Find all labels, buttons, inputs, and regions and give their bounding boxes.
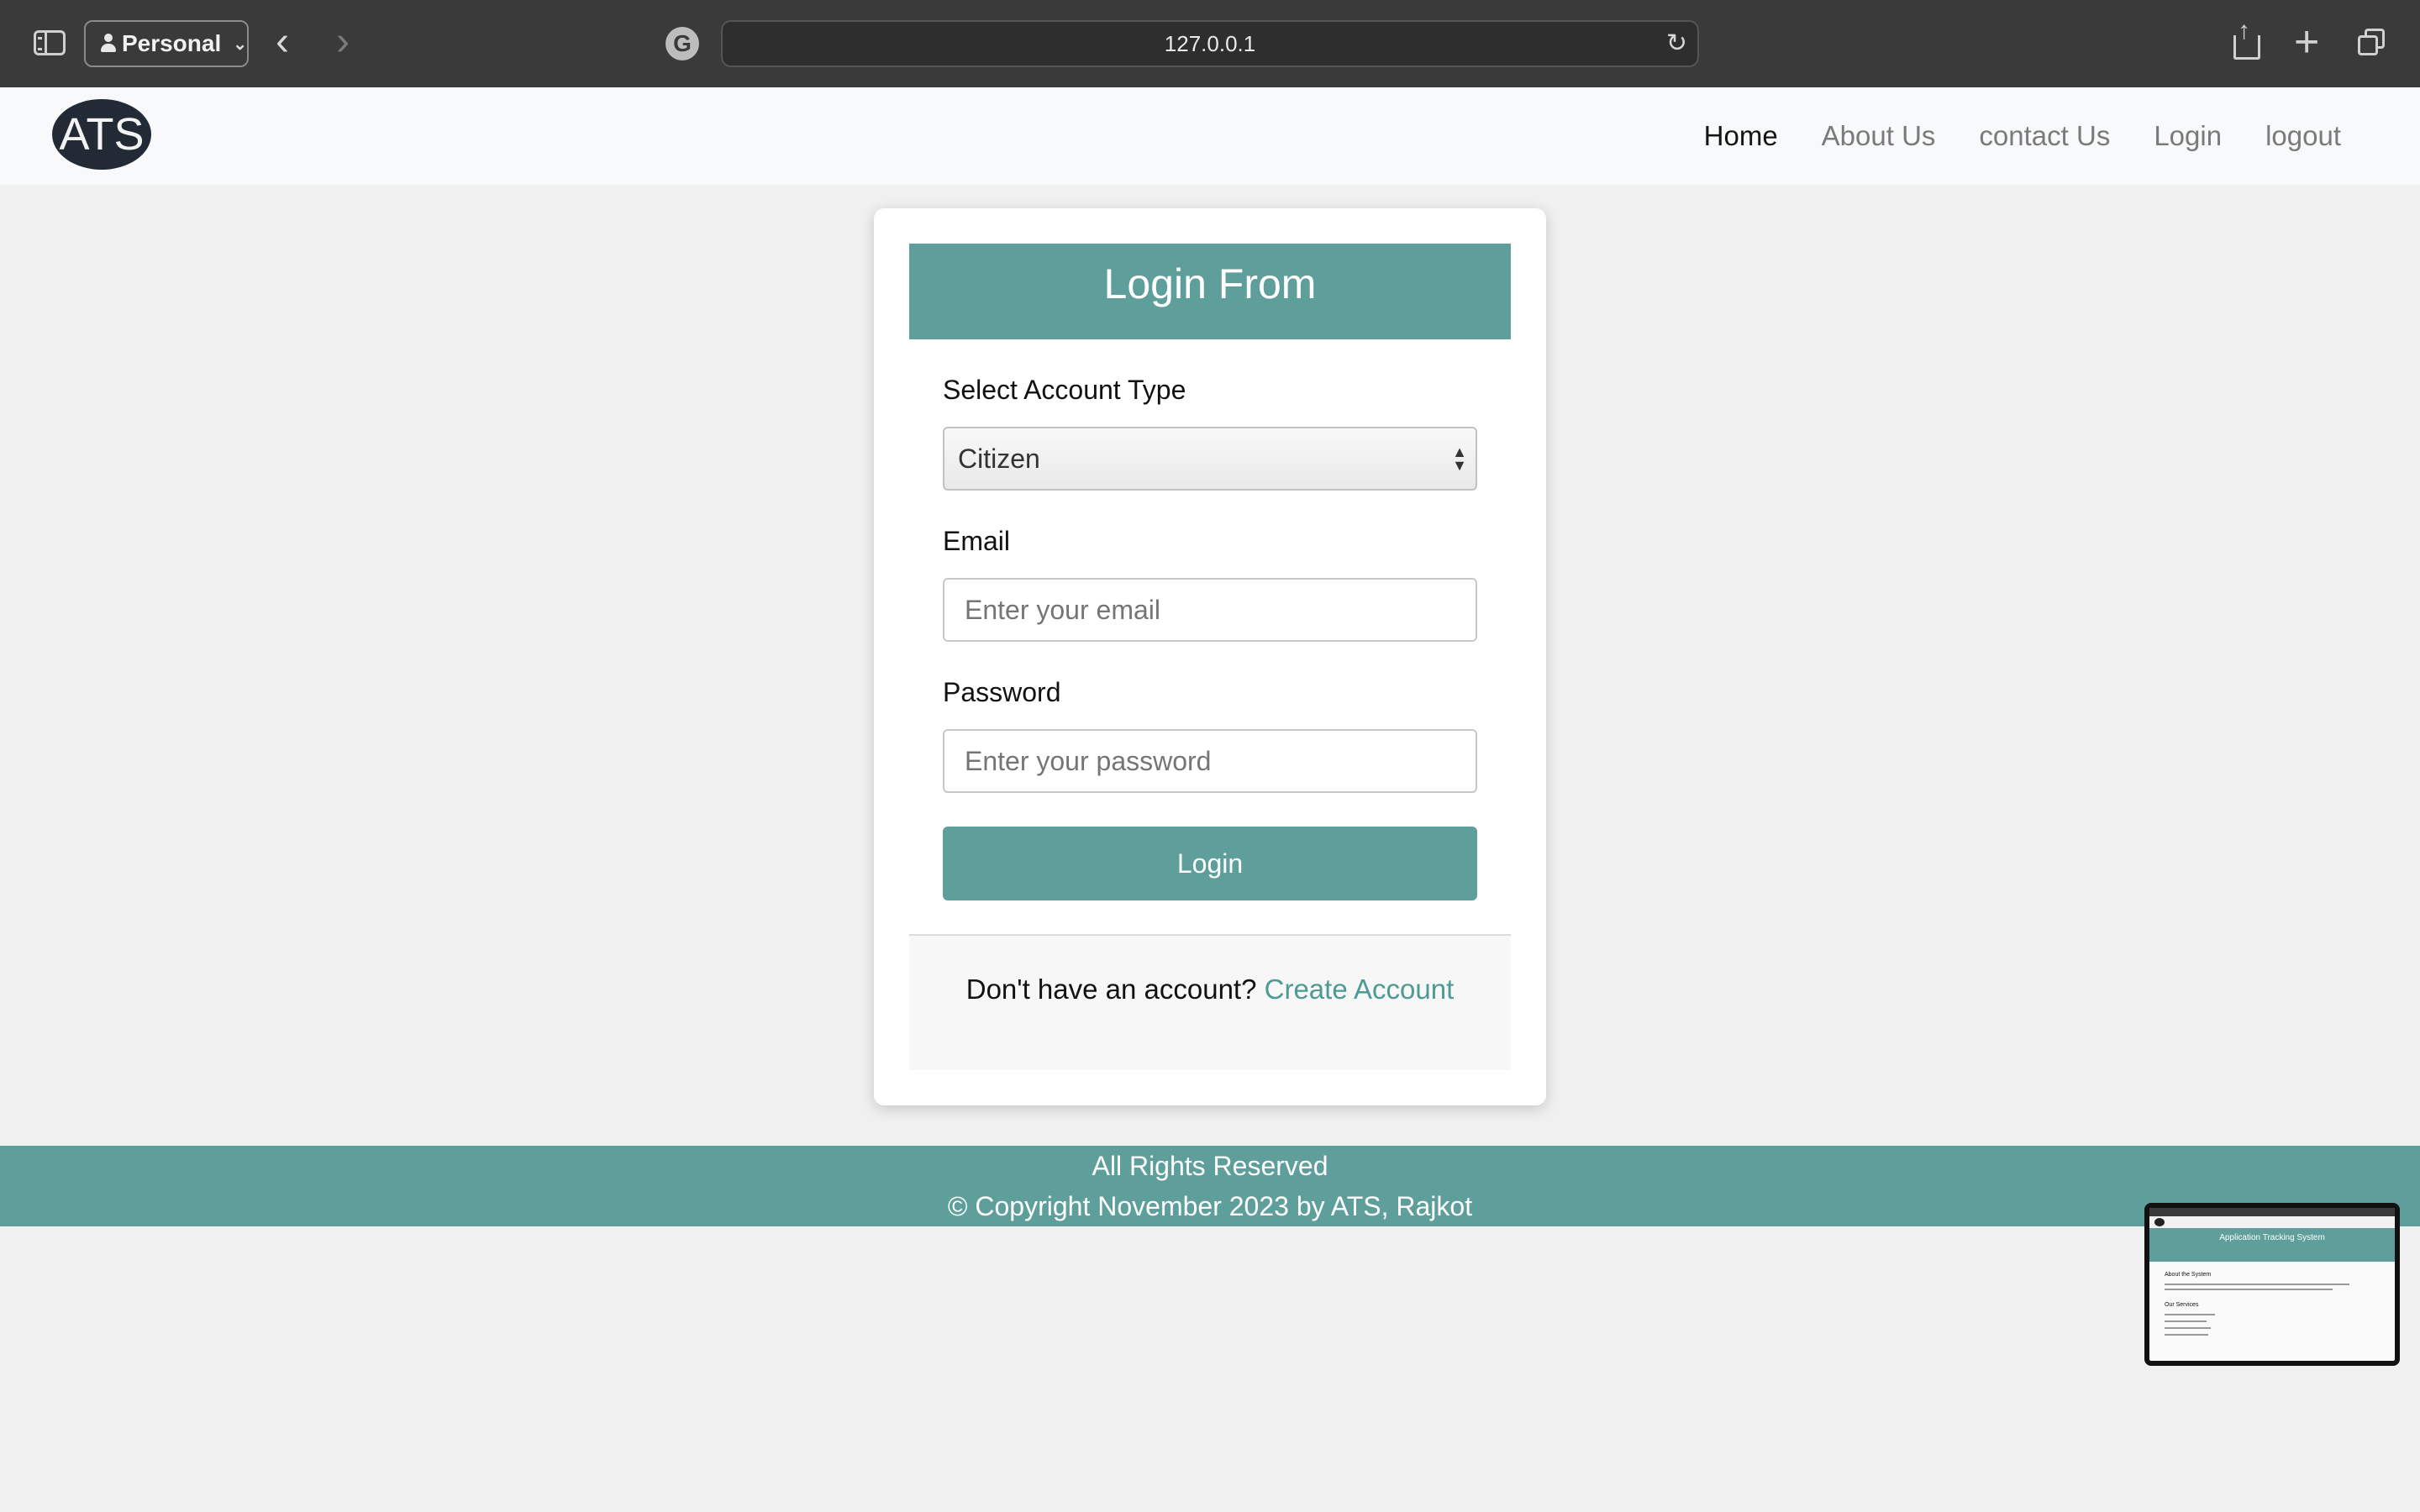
account-type-select[interactable]: Citizen ▲ ▼ bbox=[943, 427, 1477, 491]
thumb-text-line bbox=[2165, 1320, 2207, 1322]
nav-link-about-us[interactable]: About Us bbox=[1822, 120, 1936, 152]
browser-toolbar: Personal ⌄ ‹ › G 127.0.0.1 ↻ + bbox=[0, 0, 2420, 87]
chevron-down-icon: ⌄ bbox=[233, 34, 247, 54]
site-navbar: ATS Home About Us contact Us Login logou… bbox=[0, 87, 2420, 185]
thumb-about-heading: About the System bbox=[2165, 1272, 2212, 1278]
new-tab-icon[interactable]: + bbox=[2294, 17, 2319, 67]
thumb-services-heading: Our Services bbox=[2165, 1302, 2199, 1308]
footer-copyright: © Copyright November 2023 by ATS, Rajkot bbox=[947, 1191, 1473, 1221]
thumb-text-line bbox=[2165, 1284, 2349, 1285]
nav-link-contact-us[interactable]: contact Us bbox=[1979, 120, 2110, 152]
profile-label: Personal bbox=[121, 30, 222, 56]
back-icon[interactable]: ‹ bbox=[276, 18, 289, 66]
forward-icon[interactable]: › bbox=[336, 18, 350, 66]
login-button[interactable]: Login bbox=[943, 827, 1477, 900]
sidebar-toggle-icon[interactable] bbox=[34, 30, 66, 55]
site-footer: All Rights Reserved © Copyright November… bbox=[0, 1146, 2420, 1226]
select-arrows-icon: ▲ ▼ bbox=[1452, 444, 1467, 474]
thumb-chrome bbox=[2149, 1208, 2395, 1216]
person-icon bbox=[99, 33, 116, 55]
login-form-title: Login From bbox=[909, 244, 1511, 339]
nav-link-home[interactable]: Home bbox=[1704, 120, 1778, 152]
profile-button[interactable]: Personal ⌄ bbox=[84, 20, 249, 67]
thumb-text-line bbox=[2165, 1289, 2333, 1290]
login-card: Login From Select Account Type Citizen ▲… bbox=[874, 208, 1546, 1105]
page-preview-thumbnail[interactable]: Application Tracking System About the Sy… bbox=[2144, 1203, 2400, 1366]
tab-overview-icon[interactable] bbox=[2358, 29, 2385, 55]
reload-icon[interactable]: ↻ bbox=[1666, 22, 1687, 66]
account-type-value: Citizen bbox=[958, 444, 1040, 474]
nav-link-logout[interactable]: logout bbox=[2265, 120, 2341, 152]
password-field[interactable] bbox=[943, 729, 1477, 793]
password-label: Password bbox=[943, 677, 1061, 707]
nav-link-login[interactable]: Login bbox=[2154, 120, 2222, 152]
account-type-label: Select Account Type bbox=[943, 375, 1186, 405]
url-text: 127.0.0.1 bbox=[1164, 31, 1256, 56]
email-field[interactable] bbox=[943, 578, 1477, 642]
thumb-text-line bbox=[2165, 1314, 2215, 1315]
ats-logo[interactable]: ATS bbox=[52, 99, 151, 170]
card-footer: Don't have an account? Create Account bbox=[909, 934, 1511, 1070]
footer-rights: All Rights Reserved bbox=[1092, 1151, 1328, 1181]
thumb-text-line bbox=[2165, 1334, 2208, 1336]
email-label: Email bbox=[943, 526, 1011, 556]
address-bar[interactable]: 127.0.0.1 ↻ bbox=[721, 20, 1699, 67]
grammarly-extension-icon[interactable]: G bbox=[666, 27, 699, 60]
create-account-link[interactable]: Create Account bbox=[1265, 974, 1455, 1005]
thumb-logo bbox=[2154, 1218, 2165, 1226]
thumb-navbar bbox=[2149, 1216, 2395, 1228]
no-account-text: Don't have an account? bbox=[965, 974, 1257, 1005]
thumb-hero-title: Application Tracking System bbox=[2219, 1233, 2325, 1242]
share-icon[interactable] bbox=[2233, 17, 2260, 60]
thumb-text-line bbox=[2165, 1327, 2211, 1329]
nav-links: Home About Us contact Us Login logout bbox=[1704, 87, 2341, 185]
